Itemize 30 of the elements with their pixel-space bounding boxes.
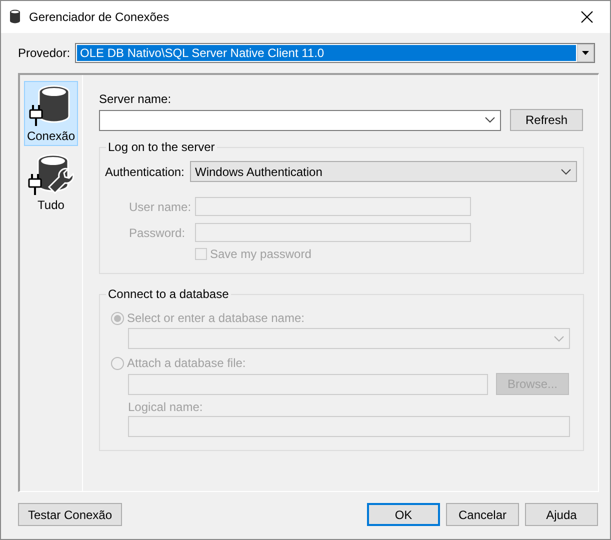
authentication-label: Authentication:: [105, 164, 186, 178]
sidebar-item[interactable]: Conexão: [24, 81, 78, 146]
refresh-button[interactable]: Refresh: [510, 109, 583, 131]
dialog-button[interactable]: Ajuda: [525, 503, 598, 526]
server-name-label: Server name:: [99, 92, 172, 106]
chevron-down-icon: [561, 168, 571, 174]
radio-label: Attach a database file:: [127, 356, 246, 370]
user-name-label: User name:: [129, 200, 192, 214]
dialog-button[interactable]: OK: [367, 503, 440, 526]
dialog-button[interactable]: Cancelar: [446, 503, 519, 526]
provider-label: Provedor:: [18, 46, 72, 60]
chevron-down-icon: [554, 336, 564, 342]
database-wrench-icon: [27, 152, 75, 198]
logical-name-label: Logical name:: [128, 400, 204, 414]
database-file-field[interactable]: [128, 374, 488, 394]
provider-dropdown[interactable]: OLE DB Nativo\SQL Server Native Client 11.0: [75, 43, 595, 63]
save-password-label: Save my password: [210, 247, 312, 261]
window-title: Gerenciador de Conexões: [29, 10, 170, 24]
database-icon: [9, 9, 21, 25]
dialog-button[interactable]: Testar Conexão: [18, 503, 122, 526]
sidebar-item[interactable]: Tudo: [24, 150, 78, 215]
server-name-combo[interactable]: [99, 110, 501, 130]
password-label: Password:: [129, 226, 186, 240]
authentication-dropdown[interactable]: Windows Authentication: [190, 161, 577, 182]
database-name-combo[interactable]: [128, 328, 570, 349]
group-title: Log on to the server: [106, 140, 217, 154]
close-icon: [581, 11, 593, 23]
radio-label: Select or enter a database name:: [127, 311, 304, 325]
group-title: Connect to a database: [106, 287, 231, 301]
chevron-down-icon: [485, 117, 495, 123]
